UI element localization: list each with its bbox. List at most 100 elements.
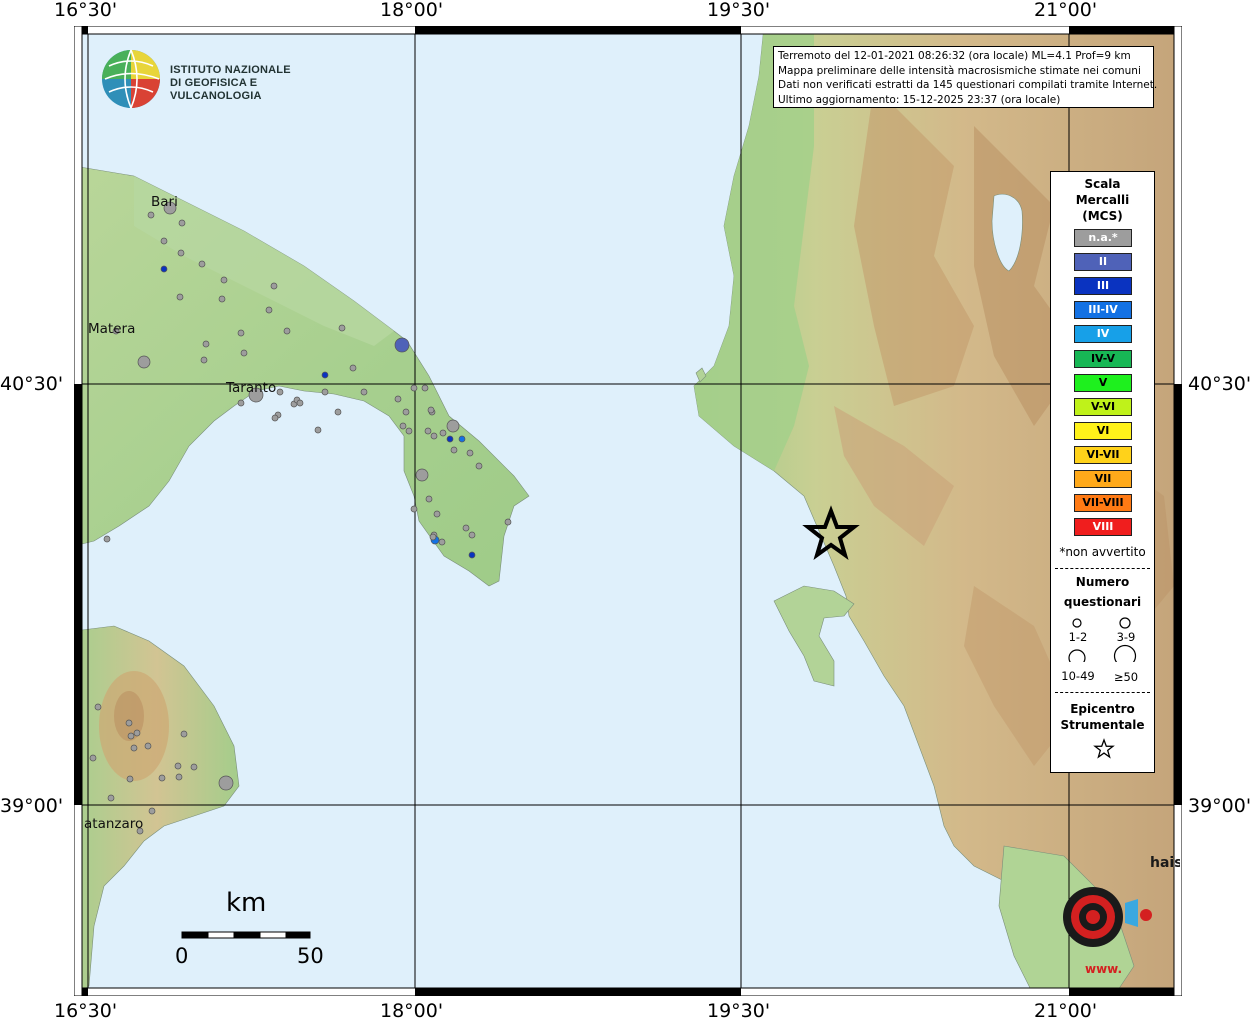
swatch-ii: II: [1074, 253, 1132, 272]
intensity-point[interactable]: [430, 432, 438, 440]
intensity-point[interactable]: [394, 395, 402, 403]
intensity-point[interactable]: [415, 468, 429, 482]
intensity-point[interactable]: [504, 518, 512, 526]
swatch-iii: III: [1074, 277, 1132, 296]
legend-panel: Scala Mercalli (MCS) n.a.* II III III-IV IV I…: [1050, 171, 1155, 773]
intensity-point[interactable]: [202, 340, 210, 348]
intensity-point[interactable]: [421, 384, 429, 392]
intensity-point[interactable]: [296, 399, 304, 407]
intensity-point[interactable]: [237, 329, 245, 337]
intensity-point[interactable]: [399, 422, 407, 430]
intensity-point[interactable]: [176, 293, 184, 301]
intensity-point[interactable]: [237, 399, 245, 407]
top-tick-4: 21°00': [1034, 0, 1098, 21]
size-label-3-9: 3-9: [1116, 630, 1136, 644]
intensity-point[interactable]: [338, 324, 346, 332]
hst-url-text: haisentitoilterremoto.it: [1150, 855, 1180, 871]
intensity-point[interactable]: [160, 265, 168, 273]
swatch-v-vi: V-VI: [1074, 397, 1132, 416]
intensity-point[interactable]: [439, 429, 447, 437]
intensity-point[interactable]: [174, 762, 182, 770]
intensity-point[interactable]: [450, 446, 458, 454]
intensity-point[interactable]: [240, 349, 248, 357]
ingv-name: ISTITUTO NAZIONALE DI GEOFISICA E VULCAN…: [170, 64, 321, 103]
questionnaires-title-2: questionari: [1063, 595, 1142, 609]
intensity-point[interactable]: [321, 388, 329, 396]
intensity-point[interactable]: [410, 384, 418, 392]
legend-title-2: Mercalli: [1075, 193, 1130, 207]
intensity-point[interactable]: [265, 306, 273, 314]
intensity-point[interactable]: [218, 295, 226, 303]
intensity-point[interactable]: [220, 276, 228, 284]
intensity-point[interactable]: [130, 744, 138, 752]
intensity-point[interactable]: [334, 408, 342, 416]
ingv-line2: DI GEOFISICA E VULCANOLOGIA: [170, 77, 262, 102]
intensity-point[interactable]: [321, 371, 329, 379]
intensity-point[interactable]: [405, 427, 413, 435]
hst-logo[interactable]: haisentitoilterremoto.it www.: [1030, 855, 1255, 985]
intensity-point[interactable]: [158, 774, 166, 782]
intensity-point[interactable]: [427, 406, 435, 414]
intensity-point[interactable]: [180, 730, 188, 738]
intensity-point[interactable]: [177, 249, 185, 257]
intensity-point[interactable]: [410, 505, 418, 513]
left-tick-1: 40°30': [0, 373, 64, 395]
intensity-point[interactable]: [178, 219, 186, 227]
swatch-vi-vii: VI-VII: [1074, 445, 1132, 464]
intensity-point[interactable]: [446, 419, 460, 433]
intensity-point[interactable]: [433, 510, 441, 518]
intensity-point[interactable]: [137, 355, 151, 369]
hst-target-icon: haisentitoilterremoto.it www.: [1063, 855, 1255, 976]
intensity-point[interactable]: [175, 773, 183, 781]
swatch-vii-viii: VII-VIII: [1074, 494, 1132, 513]
intensity-point[interactable]: [270, 282, 278, 290]
intensity-point[interactable]: [103, 535, 111, 543]
intensity-point[interactable]: [425, 495, 433, 503]
top-tick-3: 19°30': [707, 0, 771, 21]
intensity-point[interactable]: [198, 260, 206, 268]
intensity-point[interactable]: [218, 775, 234, 791]
intensity-point[interactable]: [475, 462, 483, 470]
intensity-point[interactable]: [107, 794, 115, 802]
intensity-point[interactable]: [89, 754, 97, 762]
intensity-point[interactable]: [349, 364, 357, 372]
intensity-point[interactable]: [127, 732, 135, 740]
star-icon: [1093, 738, 1115, 759]
intensity-point[interactable]: [394, 337, 410, 353]
ingv-line1: ISTITUTO NAZIONALE: [170, 64, 291, 76]
intensity-point[interactable]: [126, 775, 134, 783]
intensity-point[interactable]: [276, 388, 284, 396]
intensity-point[interactable]: [125, 719, 133, 727]
intensity-point[interactable]: [200, 356, 208, 364]
intensity-point[interactable]: [360, 388, 368, 396]
intensity-point[interactable]: [133, 729, 141, 737]
intensity-point[interactable]: [147, 211, 155, 219]
intensity-point[interactable]: [466, 449, 474, 457]
intensity-point[interactable]: [468, 531, 476, 539]
intensity-point[interactable]: [94, 703, 102, 711]
intensity-point[interactable]: [402, 408, 410, 416]
city-catanzaro: atanzaro: [84, 816, 144, 832]
intensity-point[interactable]: [424, 427, 432, 435]
intensity-map[interactable]: [74, 26, 1182, 996]
intensity-point[interactable]: [458, 435, 466, 443]
intensity-point[interactable]: [148, 807, 156, 815]
ingv-logo[interactable]: ISTITUTO NAZIONALE DI GEOFISICA E VULCAN…: [101, 48, 321, 110]
scale-start: 0: [175, 944, 189, 968]
top-tick-2: 18°00': [380, 0, 444, 21]
intensity-point[interactable]: [468, 551, 476, 559]
intensity-point[interactable]: [271, 414, 279, 422]
map-frame[interactable]: [74, 26, 1182, 996]
intensity-point[interactable]: [190, 763, 198, 771]
intensity-point[interactable]: [462, 524, 470, 532]
intensity-point[interactable]: [429, 533, 437, 541]
intensity-point[interactable]: [438, 538, 446, 546]
intensity-point[interactable]: [446, 435, 454, 443]
intensity-point[interactable]: [314, 426, 322, 434]
swatch-n-a: n.a.*: [1074, 229, 1132, 247]
bottom-tick-1: 16°30': [54, 1000, 118, 1022]
intensity-point[interactable]: [160, 237, 168, 245]
intensity-point[interactable]: [144, 742, 152, 750]
intensity-point[interactable]: [283, 327, 291, 335]
size-label-10-49: 10-49: [1061, 669, 1095, 683]
